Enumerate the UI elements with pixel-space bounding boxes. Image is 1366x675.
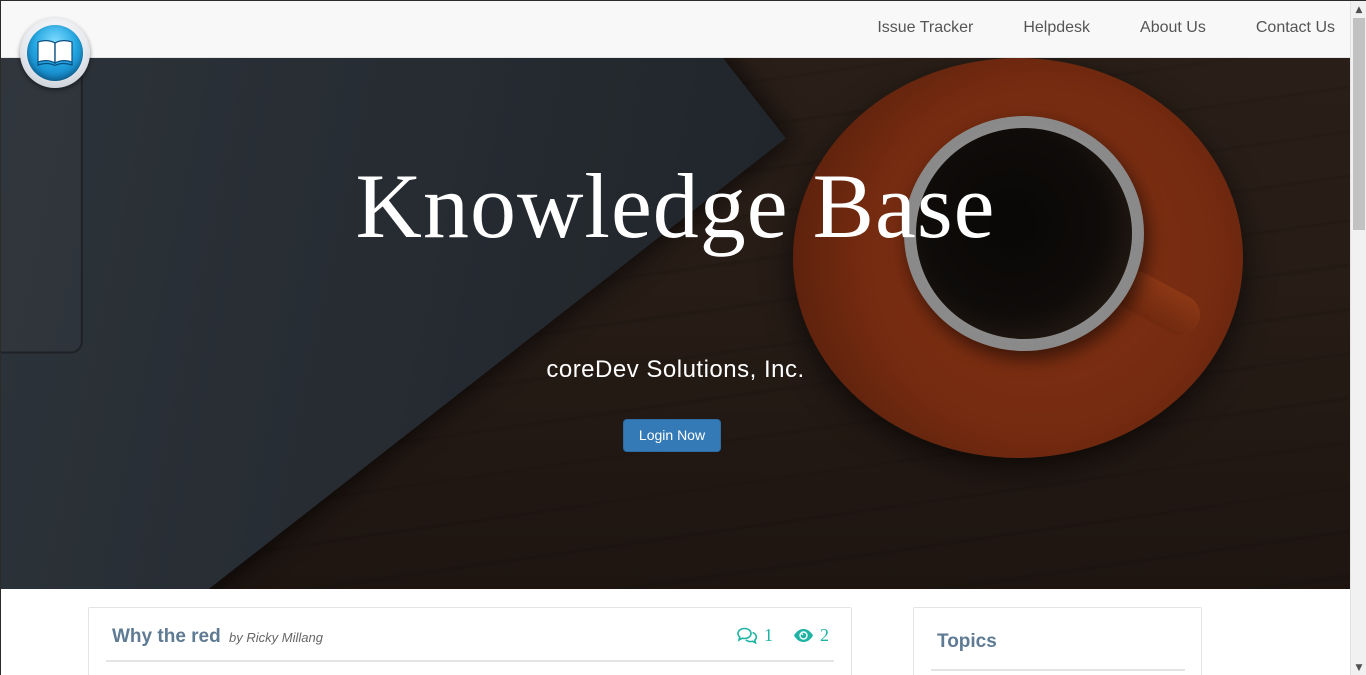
views-count: 2 bbox=[820, 625, 829, 645]
nav-link-helpdesk[interactable]: Helpdesk bbox=[988, 1, 1105, 56]
article-title[interactable]: Why the red bbox=[112, 626, 221, 647]
nav-link-issue-tracker[interactable]: Issue Tracker bbox=[877, 1, 988, 56]
login-button[interactable]: Login Now bbox=[623, 419, 721, 452]
eye-icon bbox=[794, 629, 813, 642]
article-divider bbox=[106, 660, 834, 662]
hero-overlay bbox=[1, 58, 1350, 589]
main-content: Why the red by Ricky Millang 1 2 Topics bbox=[1, 589, 1350, 675]
article-author: by Ricky Millang bbox=[229, 630, 323, 645]
comments-stat: 1 bbox=[736, 625, 773, 646]
article-stats: 1 2 bbox=[716, 625, 829, 646]
topics-card: Topics bbox=[913, 607, 1202, 675]
nav-links: Issue Tracker Helpdesk About Us Contact … bbox=[877, 1, 1350, 58]
nav-link-contact-us[interactable]: Contact Us bbox=[1221, 1, 1350, 56]
page: Issue Tracker Helpdesk About Us Contact … bbox=[0, 0, 1366, 675]
topics-divider bbox=[931, 669, 1185, 671]
site-logo[interactable] bbox=[20, 18, 90, 88]
scroll-up-arrow-icon[interactable]: ▲ bbox=[1351, 1, 1366, 18]
hero-subtitle: coreDev Solutions, Inc. bbox=[546, 356, 805, 383]
logo-badge bbox=[27, 25, 83, 81]
scroll-down-arrow-icon[interactable]: ▼ bbox=[1351, 659, 1366, 675]
hero-title: Knowledge Base bbox=[355, 155, 996, 257]
page-scrollbar[interactable]: ▲ ▼ bbox=[1350, 1, 1366, 675]
article-card: Why the red by Ricky Millang 1 2 bbox=[88, 607, 852, 675]
scrollbar-thumb[interactable] bbox=[1353, 18, 1365, 230]
comments-icon bbox=[737, 627, 758, 644]
top-navbar: Issue Tracker Helpdesk About Us Contact … bbox=[1, 1, 1350, 58]
views-stat: 2 bbox=[793, 625, 829, 646]
comments-count: 1 bbox=[764, 625, 773, 645]
hero-banner: Knowledge Base coreDev Solutions, Inc. L… bbox=[1, 58, 1350, 589]
topics-title: Topics bbox=[937, 631, 997, 652]
open-book-icon bbox=[37, 40, 73, 67]
nav-link-about-us[interactable]: About Us bbox=[1105, 1, 1221, 56]
article-title-link[interactable]: Why the red by Ricky Millang bbox=[112, 626, 323, 648]
